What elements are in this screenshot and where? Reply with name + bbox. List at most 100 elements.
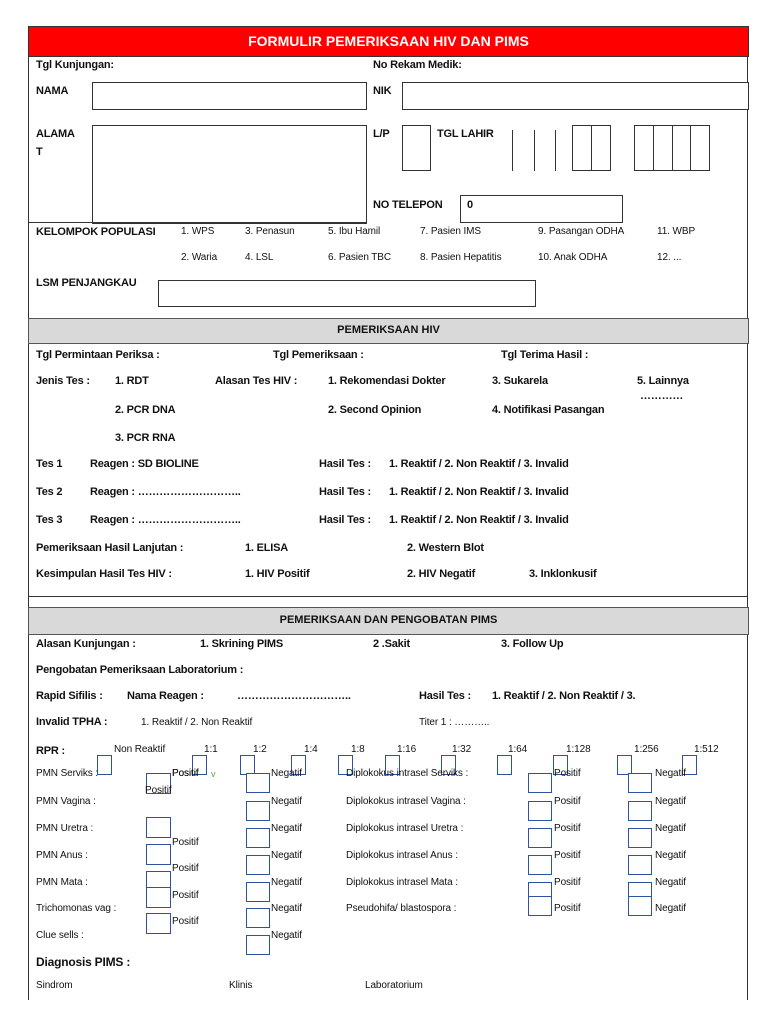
negatif-checkbox[interactable]: [246, 908, 270, 928]
negatif-checkbox[interactable]: [246, 855, 270, 875]
populasi-option: 10. Anak ODHA: [538, 252, 608, 263]
populasi-option: 2. Waria: [181, 252, 218, 263]
no-telepon-field[interactable]: 0: [460, 195, 623, 223]
negatif-label: Negatif: [271, 930, 302, 941]
negatif-label: Negatif: [271, 850, 302, 861]
tgl-permintaan-label: Tgl Permintaan Periksa :: [36, 349, 160, 361]
populasi-option: 4. LSL: [245, 252, 274, 263]
rpr-checkbox[interactable]: [97, 755, 112, 775]
negatif-label: Negatif: [655, 850, 686, 861]
rpr-option-label: 1:4: [304, 744, 318, 755]
sindrom-label: Sindrom: [36, 980, 73, 991]
nama-field[interactable]: [92, 82, 367, 110]
tgl-kunjungan-label: Tgl Kunjungan:: [36, 59, 114, 71]
divider: [28, 596, 748, 598]
kesimpulan-option: 3. Inklonkusif: [529, 568, 597, 580]
alasan-kunjungan-option: 3. Follow Up: [501, 638, 564, 650]
rpr-checkbox[interactable]: [497, 755, 512, 775]
positif-label: Positif: [172, 863, 199, 874]
pims-left-row-label: PMN Anus :: [36, 850, 88, 861]
tgl-pemeriksaan-label: Tgl Pemeriksaan :: [273, 349, 364, 361]
tes-1-hasil-label: Hasil Tes :: [319, 458, 372, 470]
alasan-option: 5. Lainnya: [637, 375, 689, 387]
alasan-tes-label: Alasan Tes HIV :: [215, 375, 298, 387]
pims-right-row-label: Diplokokus intrasel Uretra :: [346, 823, 464, 834]
diplokokus-negatif-checkbox[interactable]: [628, 801, 652, 821]
negatif-checkbox[interactable]: [246, 773, 270, 793]
rpr-option-label: 1:16: [397, 744, 417, 755]
diplokokus-positif-checkbox[interactable]: [528, 855, 552, 875]
lp-field[interactable]: [402, 125, 431, 171]
diplokokus-positif-checkbox[interactable]: [528, 896, 552, 916]
negatif-label: Negatif: [271, 877, 302, 888]
alasan-kunjungan-option: 2 .Sakit: [373, 638, 410, 650]
positif-checkbox[interactable]: [146, 913, 171, 934]
negatif-label: Negatif: [271, 768, 302, 779]
tes-2-hasil-label: Hasil Tes :: [319, 486, 372, 498]
negatif-label: Negatif: [655, 903, 686, 914]
tes-3-hasil-label: Hasil Tes :: [319, 514, 372, 526]
rpr-option-label: 1:1: [204, 744, 218, 755]
negatif-checkbox[interactable]: [246, 828, 270, 848]
positif-label: Positif: [554, 903, 581, 914]
diplokokus-positif-checkbox[interactable]: [528, 828, 552, 848]
positif-checkbox[interactable]: [146, 817, 171, 838]
tgl-terima-label: Tgl Terima Hasil :: [501, 349, 589, 361]
diplokokus-negatif-checkbox[interactable]: [628, 828, 652, 848]
rpr-checkbox[interactable]: [617, 755, 632, 775]
lsm-field[interactable]: [158, 280, 536, 307]
positif-label: Positif: [554, 850, 581, 861]
diplokokus-negatif-checkbox[interactable]: [628, 773, 652, 793]
positif-checkbox[interactable]: [146, 887, 171, 908]
rpr-option-label: 1:32: [452, 744, 472, 755]
populasi-option: 6. Pasien TBC: [328, 252, 391, 263]
jenis-pcr-dna: 2. PCR DNA: [115, 404, 176, 416]
nik-field[interactable]: [402, 82, 749, 110]
rpr-option-label: 1:2: [253, 744, 267, 755]
alamat-field[interactable]: [92, 125, 367, 224]
diplokokus-negatif-checkbox[interactable]: [628, 896, 652, 916]
nik-label: NIK: [373, 85, 392, 97]
negatif-checkbox[interactable]: [246, 935, 270, 955]
tgl-lahir-day-line: [555, 130, 557, 171]
positif-label: Positif: [554, 796, 581, 807]
pims-left-row-label: PMN Vagina :: [36, 796, 96, 807]
pims-left-row-label: PMN Mata :: [36, 877, 88, 888]
positif-label: Positif: [145, 785, 172, 796]
rpr-option-label: 1:512: [694, 744, 719, 755]
check-mark: v: [211, 769, 216, 779]
negatif-label: Negatif: [655, 768, 686, 779]
populasi-option: 1. WPS: [181, 226, 215, 237]
form-border-right: [747, 26, 749, 1000]
section-hiv-title: PEMERIKSAAN HIV: [337, 324, 440, 336]
diplokokus-positif-checkbox[interactable]: [528, 773, 552, 793]
tes-1-label: Tes 1: [36, 458, 63, 470]
sifilis-hasil-label: Hasil Tes :: [419, 690, 472, 702]
alamat-label: ALAMA: [36, 128, 75, 140]
kesimpulan-label: Kesimpulan Hasil Tes HIV :: [36, 568, 172, 580]
tpha-options: 1. Reaktif / 2. Non Reaktif: [141, 717, 253, 728]
rpr-checkbox[interactable]: [240, 755, 255, 775]
diplokokus-negatif-checkbox[interactable]: [628, 855, 652, 875]
invalid-tpha-label: Invalid TPHA :: [36, 716, 108, 728]
positif-label: Positif: [172, 837, 199, 848]
alasan-option: 2. Second Opinion: [328, 404, 422, 416]
alasan-kunjungan-label: Alasan Kunjungan :: [36, 638, 136, 650]
negatif-checkbox[interactable]: [246, 801, 270, 821]
alasan-kunjungan-option: 1. Skrining PIMS: [200, 638, 283, 650]
alasan-option: 3. Sukarela: [492, 375, 548, 387]
year-divider: [653, 125, 655, 171]
tes-1-reagen: Reagen : SD BIOLINE: [90, 458, 199, 470]
negatif-label: Negatif: [271, 823, 302, 834]
positif-checkbox[interactable]: [146, 844, 171, 865]
rpr-option-label: 1:64: [508, 744, 528, 755]
populasi-option: 5. Ibu Hamil: [328, 226, 381, 237]
lanjutan-label: Pemeriksaan Hasil Lanjutan :: [36, 542, 184, 554]
divider: [28, 222, 367, 224]
diplokokus-positif-checkbox[interactable]: [528, 801, 552, 821]
populasi-option: 11. WBP: [657, 226, 696, 237]
negatif-checkbox[interactable]: [246, 882, 270, 902]
populasi-option: 7. Pasien IMS: [420, 226, 481, 237]
populasi-option: 8. Pasien Hepatitis: [420, 252, 502, 263]
form-title: FORMULIR PEMERIKSAAN HIV DAN PIMS: [248, 33, 529, 49]
